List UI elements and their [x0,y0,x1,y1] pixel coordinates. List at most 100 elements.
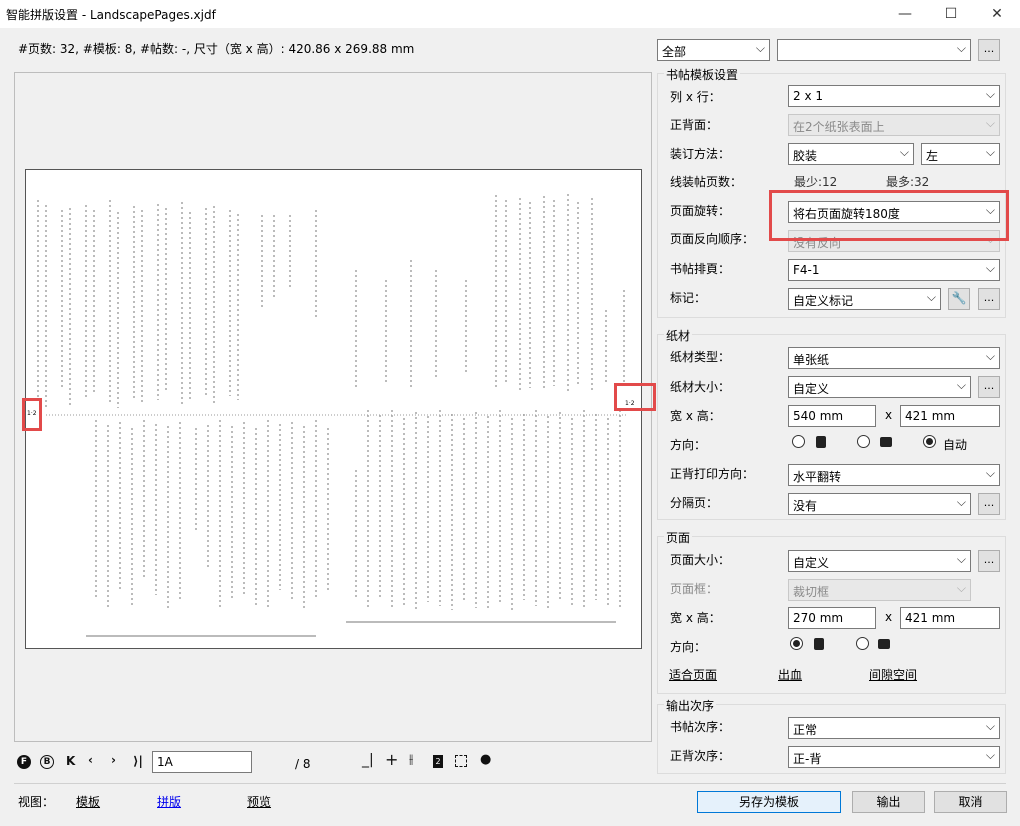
document-info: #页数: 32, #模板: 8, #帖数: -, 尺寸（宽 x 高）: 420.… [18,42,415,56]
page-box-select: 裁切框 ⌵ [788,579,971,601]
ink-drop-icon[interactable]: ● [480,752,491,767]
page-number-input[interactable]: 1A [152,751,252,773]
page-rotation-label: 页面旋转： [670,204,731,218]
separator-select[interactable]: 没有 ⌵ [788,493,971,515]
rows-cols-label: 列 x 行： [670,90,721,104]
portrait-icon [814,638,824,650]
output-button[interactable]: 输出 [852,791,925,813]
press-sheet [25,169,642,649]
page-orient-label: 方向： [670,640,707,654]
marks-select[interactable]: 自定义标记 ⌵ [788,288,941,310]
first-page-icon[interactable]: K [66,754,75,768]
paper-size-label: 纸材大小： [670,380,731,394]
separator-label: 分隔页： [670,496,719,510]
page-portrait-radio[interactable] [790,637,803,650]
template-view-link[interactable]: 模板 [76,793,100,810]
highlight-right-marker [614,383,656,411]
page-size-select[interactable]: 自定义 ⌵ [788,550,971,572]
close-button[interactable]: ✕ [974,0,1020,28]
stitch-min: 最少:12 [794,175,838,189]
page-times-sign: x [885,610,893,624]
duplex-label: 正背打印方向： [670,467,755,481]
landscape-icon [880,437,892,447]
page-box-label: 页面框： [670,582,719,596]
paper-size-more-button[interactable]: ... [978,376,1000,398]
preview-view-link[interactable]: 预览 [247,793,271,810]
last-page-icon[interactable]: ⟩| [133,754,143,768]
paper-auto-label: 自动 [943,438,968,452]
fold-marks-icon[interactable]: ⫲ [409,752,413,767]
front-back-label: 正背面： [670,118,719,132]
front-back-select: 在2个纸张表面上 ⌵ [788,114,1000,136]
marks-more-button[interactable]: ... [978,288,1000,310]
bleed-link[interactable]: 出血 [778,666,802,683]
front-side-icon[interactable]: F [17,755,31,769]
sig-order-select[interactable]: 正常 ⌵ [788,717,1000,739]
wrench-icon[interactable]: 🔧 [948,288,970,310]
page-group-title: 页面 [664,529,693,546]
sig-order-label: 书帖次序： [670,720,731,734]
cancel-button[interactable]: 取消 [934,791,1007,813]
back-side-icon[interactable]: B [40,755,54,769]
stitch-max: 最多:32 [886,175,930,189]
separator-more-button[interactable]: ... [978,493,1000,515]
stitch-pages-label: 线装帖页数： [670,175,743,189]
page-size-label: 页面大小： [670,553,731,567]
filter-select[interactable]: ⌵ [777,39,971,61]
crop-marks-icon[interactable]: _| [362,752,374,768]
page-landscape-radio[interactable] [856,637,869,650]
imposition-label: 书帖排頁： [670,262,731,276]
paper-width-input[interactable]: 540 mm [788,405,876,427]
paper-auto-radio[interactable] [923,435,936,448]
landscape-icon [878,639,890,649]
paper-type-select[interactable]: 单张纸 ⌵ [788,347,1000,369]
registration-icon[interactable]: + [385,750,398,769]
paper-group-title: 纸材 [664,327,693,344]
gap-link[interactable]: 间隙空间 [869,666,917,683]
paper-type-label: 纸材类型： [670,350,731,364]
rows-cols-select[interactable]: 2 x 1 ⌵ [788,85,1000,107]
binding-select[interactable]: 胶装 ⌵ [788,143,914,165]
paper-height-input[interactable]: 421 mm [900,405,1000,427]
sheet-content-lines [37,194,626,637]
side-order-label: 正背次序： [670,749,731,763]
title-bar: 智能拼版设置 - LandscapePages.xjdf — ☐ ✕ [0,0,1020,28]
page-width-input[interactable]: 270 mm [788,607,876,629]
paper-size-select[interactable]: 自定义 ⌵ [788,376,971,398]
imposition-view-link[interactable]: 拼版 [157,793,181,810]
portrait-icon [816,436,826,448]
paper-wh-label: 宽 x 高： [670,409,721,423]
reverse-order-label: 页面反向顺序： [670,232,755,246]
minimize-button[interactable]: — [882,0,928,28]
side-order-select[interactable]: 正-背 ⌵ [788,746,1000,768]
prev-page-icon[interactable]: ‹ [88,753,93,767]
binding-label: 装订方法： [670,147,731,161]
view-label: 视图： [18,795,55,809]
duplex-select[interactable]: 水平翻转 ⌵ [788,464,1000,486]
imposition-preview[interactable]: 1·2 1·2 [14,72,652,742]
binding-side-select[interactable]: 左 ⌵ [921,143,1000,165]
signature-group-title: 书帖模板设置 [664,66,741,83]
fit-page-link[interactable]: 适合页面 [669,666,717,683]
page-size-more-button[interactable]: ... [978,550,1000,572]
paper-orient-label: 方向： [670,438,707,452]
paper-portrait-radio[interactable] [792,435,805,448]
paper-landscape-radio[interactable] [857,435,870,448]
page-total: / 8 [295,757,311,771]
filter-more-button[interactable]: ... [978,39,1000,61]
page-wh-label: 宽 x 高： [670,611,721,625]
imposition-select[interactable]: F4-1 ⌵ [788,259,1000,281]
maximize-button[interactable]: ☐ [928,0,974,28]
page-number-icon[interactable]: 2 [433,755,443,768]
next-page-icon[interactable]: › [111,753,116,767]
bottom-divider [14,783,1006,784]
paper-times-sign: x [885,408,893,422]
save-as-template-button[interactable]: 另存为模板 [697,791,841,813]
output-group-title: 输出次序 [664,697,717,714]
highlight-left-marker [22,398,42,431]
selection-frame-icon[interactable] [455,755,467,767]
scope-select[interactable]: 全部 ⌵ [657,39,770,61]
page-height-input[interactable]: 421 mm [900,607,1000,629]
window-title: 智能拼版设置 - LandscapePages.xjdf [6,8,216,22]
marks-label: 标记： [670,291,707,305]
